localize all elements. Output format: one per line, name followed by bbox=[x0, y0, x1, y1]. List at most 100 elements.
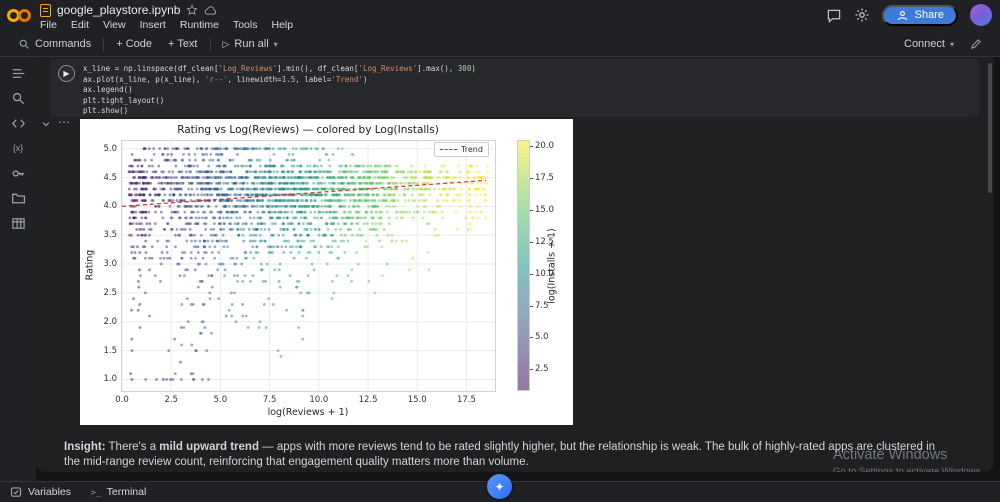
colorbar-tick-label: 7.5 bbox=[535, 300, 549, 311]
y-tick-label: 4.5 bbox=[103, 172, 117, 183]
notebook-title[interactable]: google_playstore.ipynb bbox=[57, 3, 180, 17]
play-icon: ▶ bbox=[63, 69, 70, 78]
output-menu-icon[interactable]: ⋯ bbox=[58, 115, 71, 129]
data-table-icon[interactable] bbox=[10, 215, 26, 231]
menu-item-file[interactable]: File bbox=[40, 19, 57, 31]
insight-span: There's a bbox=[105, 441, 160, 453]
run-all-label: Run all bbox=[234, 38, 269, 50]
code-line: ax.legend() bbox=[83, 85, 133, 94]
colorbar-tick-label: 2.5 bbox=[535, 364, 549, 375]
x-tick-label: 17.5 bbox=[456, 395, 476, 405]
commands-button[interactable]: Commands bbox=[10, 34, 99, 54]
chevron-down-icon: ▾ bbox=[273, 39, 278, 49]
code-line: ax.plot(x_line, p(x_line), 'r--', linewi… bbox=[83, 74, 368, 84]
y-tick-label: 3.0 bbox=[103, 259, 117, 270]
x-tick-label: 7.5 bbox=[262, 395, 277, 405]
cloud-status-icon bbox=[204, 5, 217, 16]
colorbar-tick-label: 10.0 bbox=[535, 268, 554, 279]
variables-icon bbox=[10, 486, 22, 498]
run-all-button[interactable]: ▷ Run all ▾ bbox=[215, 34, 286, 54]
colorbar-tick-mark bbox=[530, 369, 533, 371]
table-of-contents-icon[interactable] bbox=[10, 65, 26, 81]
colorbar-tick-label: 17.5 bbox=[535, 173, 554, 184]
code-snippets-icon[interactable] bbox=[10, 115, 26, 131]
colorbar-tick-label: 20.0 bbox=[535, 141, 554, 152]
legend-trend-line bbox=[440, 149, 457, 150]
x-tick-label: 0.0 bbox=[115, 395, 129, 405]
share-button[interactable]: Share bbox=[881, 4, 958, 26]
legend: Trend bbox=[434, 142, 489, 157]
add-text-button[interactable]: + Text bbox=[160, 34, 205, 54]
variables-button[interactable]: Variables bbox=[10, 486, 71, 498]
notebook-icon bbox=[40, 3, 51, 17]
add-text-label: + Text bbox=[168, 38, 198, 50]
edit-mode-button[interactable] bbox=[962, 34, 990, 54]
menu-item-help[interactable]: Help bbox=[271, 19, 293, 31]
toolbar-separator bbox=[103, 37, 105, 51]
user-avatar[interactable] bbox=[970, 4, 992, 26]
watermark-line2: Go to Settings to activate Windows. bbox=[833, 466, 983, 472]
colorbar-tick-mark bbox=[530, 146, 533, 148]
scatter-canvas bbox=[80, 119, 573, 425]
menu-item-tools[interactable]: Tools bbox=[233, 19, 258, 31]
insight-bold: mild upward trend bbox=[159, 441, 259, 453]
menu-item-insert[interactable]: Insert bbox=[140, 19, 166, 31]
comments-icon[interactable] bbox=[826, 8, 842, 23]
code-editor[interactable]: x_line = np.linspace(df_clean['Log_Revie… bbox=[83, 64, 476, 117]
terminal-icon: >_ bbox=[91, 487, 101, 497]
share-label: Share bbox=[914, 9, 944, 21]
colorbar-tick-mark bbox=[530, 241, 533, 243]
y-tick-label: 3.5 bbox=[103, 230, 117, 241]
terminal-label: Terminal bbox=[106, 486, 147, 498]
menu-bar: File Edit View Insert Runtime Tools Help bbox=[40, 19, 293, 31]
y-tick-label: 1.0 bbox=[103, 374, 117, 385]
variable-inspector-icon[interactable]: {x} bbox=[10, 140, 26, 156]
watermark-line1: Activate Windows bbox=[833, 447, 948, 463]
colorbar-tick-mark bbox=[530, 273, 533, 275]
notebook-area: ▶ x_line = np.linspace(df_clean['Log_Rev… bbox=[36, 57, 994, 472]
y-tick-label: 4.0 bbox=[103, 201, 117, 212]
secrets-icon[interactable] bbox=[10, 165, 26, 181]
colorbar-tick-label: 12.5 bbox=[535, 236, 554, 247]
spark-icon: ✦ bbox=[494, 479, 505, 494]
x-tick-label: 2.5 bbox=[164, 395, 178, 405]
gemini-button[interactable]: ✦ bbox=[487, 474, 512, 499]
settings-gear-icon[interactable] bbox=[854, 7, 870, 23]
collapse-output-icon[interactable] bbox=[40, 118, 52, 130]
people-icon bbox=[896, 10, 909, 21]
terminal-button[interactable]: >_ Terminal bbox=[91, 486, 146, 498]
insight-bold: Insight: bbox=[64, 441, 106, 453]
connect-button[interactable]: Connect ▾ bbox=[896, 34, 962, 54]
files-icon[interactable] bbox=[10, 190, 26, 206]
x-axis-label: log(Reviews + 1) bbox=[267, 407, 349, 418]
menu-item-runtime[interactable]: Runtime bbox=[180, 19, 219, 31]
add-code-label: + Code bbox=[116, 38, 153, 50]
menu-item-view[interactable]: View bbox=[103, 19, 126, 31]
code-cell[interactable]: ▶ x_line = np.linspace(df_clean['Log_Rev… bbox=[50, 59, 980, 117]
colorbar-tick-mark bbox=[530, 210, 533, 212]
activate-windows-watermark: Activate Windows Go to Settings to activ… bbox=[833, 447, 983, 472]
colorbar-tick-mark bbox=[530, 178, 533, 180]
colab-window: google_playstore.ipynb File Edit View In… bbox=[0, 0, 1000, 502]
menu-item-edit[interactable]: Edit bbox=[71, 19, 89, 31]
colorbar-tick-mark bbox=[530, 337, 533, 339]
toolbar-separator bbox=[209, 37, 211, 51]
figure: Rating vs Log(Reviews) — colored by Log(… bbox=[80, 119, 573, 425]
y-tick-label: 1.5 bbox=[103, 345, 117, 356]
colab-logo-icon[interactable] bbox=[7, 7, 37, 25]
find-replace-icon[interactable] bbox=[10, 90, 26, 106]
connect-label: Connect bbox=[904, 38, 945, 50]
y-tick-label: 2.0 bbox=[103, 316, 117, 327]
code-line: plt.show() bbox=[83, 106, 129, 115]
pencil-icon bbox=[970, 38, 982, 50]
star-icon[interactable] bbox=[186, 4, 199, 16]
add-code-button[interactable]: + Code bbox=[108, 34, 160, 54]
run-cell-button[interactable]: ▶ bbox=[58, 65, 75, 82]
commands-label: Commands bbox=[35, 38, 92, 50]
figure-title: Rating vs Log(Reviews) — colored by Log(… bbox=[177, 124, 439, 136]
legend-label: Trend bbox=[461, 145, 483, 154]
notebook-toolbar: Commands + Code + Text ▷ Run all ▾ Conne… bbox=[0, 32, 1000, 57]
notebook-scrollbar[interactable] bbox=[988, 63, 992, 193]
play-outline-icon: ▷ bbox=[222, 38, 230, 49]
x-tick-label: 12.5 bbox=[358, 395, 378, 405]
